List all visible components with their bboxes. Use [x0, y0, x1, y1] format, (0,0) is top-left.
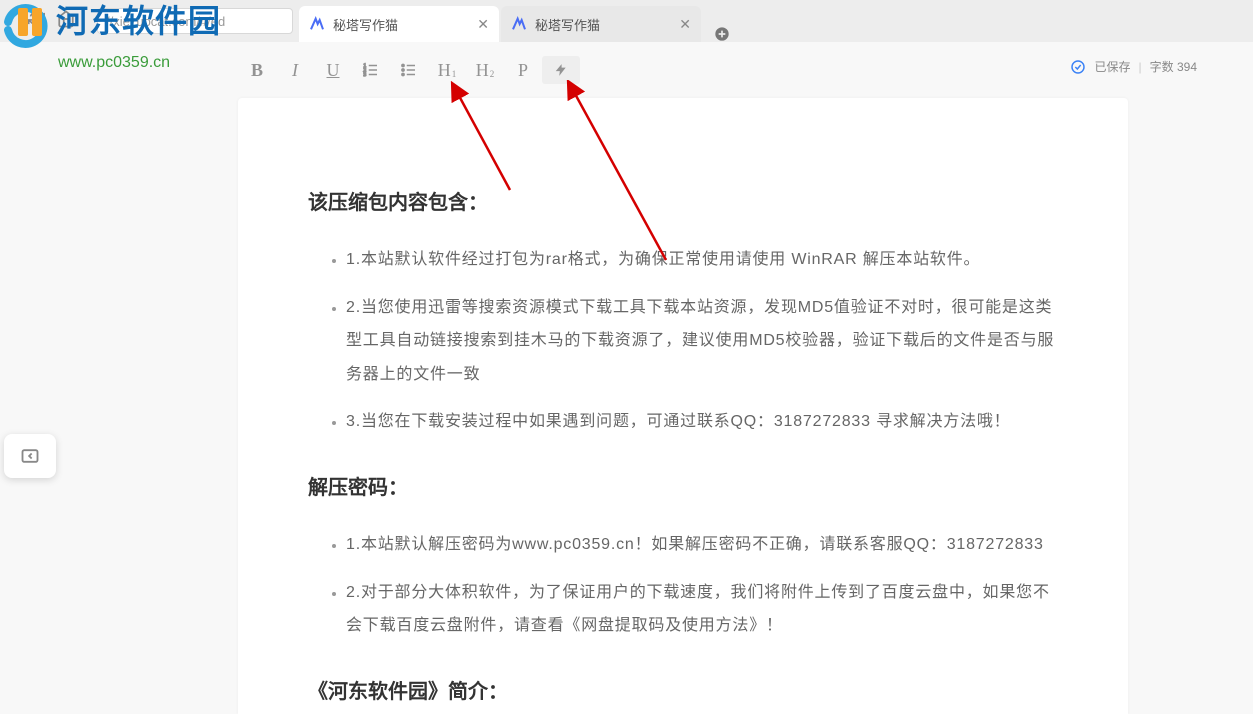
toolbar: B I U 123 H1 H2 P [238, 56, 580, 84]
heading-package: 该压缩包内容包含： [308, 186, 1058, 215]
heading-password: 解压密码： [308, 471, 1058, 500]
reload-icon[interactable] [28, 10, 45, 32]
ordered-list-button[interactable]: 123 [352, 56, 390, 84]
editor-area: B I U 123 H1 H2 P 已保存 | 字数 394 该压缩包内容包含：… [0, 42, 1253, 714]
browser-nav: //xiezuocat.com/#/ed [0, 8, 293, 34]
h2-button[interactable]: H2 [466, 56, 504, 84]
browser-chrome: //xiezuocat.com/#/ed 秘塔写作猫 ✕ 秘塔写作猫 ✕ [0, 0, 1253, 42]
tab-active[interactable]: 秘塔写作猫 ✕ [299, 6, 499, 42]
tab-title: 秘塔写作猫 [333, 15, 469, 34]
list-item: 1.本站默认解压密码为www.pc0359.cn！如果解压密码不正确，请联系客服… [346, 528, 1058, 562]
tab-favicon-icon [309, 16, 325, 32]
divider: | [1138, 60, 1141, 74]
document-body[interactable]: 该压缩包内容包含： 1.本站默认软件经过打包为rar格式，为确保正常使用请使用 … [238, 98, 1128, 714]
tabs-area: 秘塔写作猫 ✕ 秘塔写作猫 ✕ [299, 0, 737, 42]
tab-inactive[interactable]: 秘塔写作猫 ✕ [501, 6, 701, 42]
italic-button[interactable]: I [276, 56, 314, 84]
h1-button[interactable]: H1 [428, 56, 466, 84]
check-circle-icon [1070, 59, 1086, 75]
bold-button[interactable]: B [238, 56, 276, 84]
wordcount: 字数 394 [1150, 58, 1197, 75]
list-item: 3.当您在下载安装过程中如果遇到问题，可通过联系QQ：3187272833 寻求… [346, 405, 1058, 439]
heading-intro: 《河东软件园》简介： [308, 675, 1058, 704]
list-package: 1.本站默认软件经过打包为rar格式，为确保正常使用请使用 WinRAR 解压本… [308, 243, 1058, 439]
underline-button[interactable]: U [314, 56, 352, 84]
list-password: 1.本站默认解压密码为www.pc0359.cn！如果解压密码不正确，请联系客服… [308, 528, 1058, 643]
tab-title: 秘塔写作猫 [535, 15, 671, 34]
list-item: 2.当您使用迅雷等搜索资源模式下载工具下载本站资源，发现MD5值验证不对时，很可… [346, 291, 1058, 392]
tab-favicon-icon [511, 16, 527, 32]
close-icon[interactable]: ✕ [477, 16, 489, 33]
paragraph-button[interactable]: P [504, 56, 542, 84]
unordered-list-button[interactable] [390, 56, 428, 84]
home-icon[interactable] [57, 10, 75, 33]
collapse-icon [19, 446, 41, 466]
close-icon[interactable]: ✕ [679, 16, 691, 33]
sidebar-collapse-button[interactable] [4, 434, 56, 478]
url-text: //xiezuocat.com/#/ed [106, 14, 225, 29]
list-item: 1.本站默认软件经过打包为rar格式，为确保正常使用请使用 WinRAR 解压本… [346, 243, 1058, 277]
add-tab-button[interactable] [707, 26, 737, 42]
url-bar[interactable]: //xiezuocat.com/#/ed [97, 8, 293, 34]
list-item: 2.对于部分大体积软件，为了保证用户的下载速度，我们将附件上传到了百度云盘中，如… [346, 576, 1058, 643]
saved-label: 已保存 [1094, 58, 1130, 75]
svg-text:3: 3 [364, 72, 367, 78]
lightning-button[interactable] [542, 56, 580, 84]
status-bar: 已保存 | 字数 394 [1070, 58, 1197, 75]
